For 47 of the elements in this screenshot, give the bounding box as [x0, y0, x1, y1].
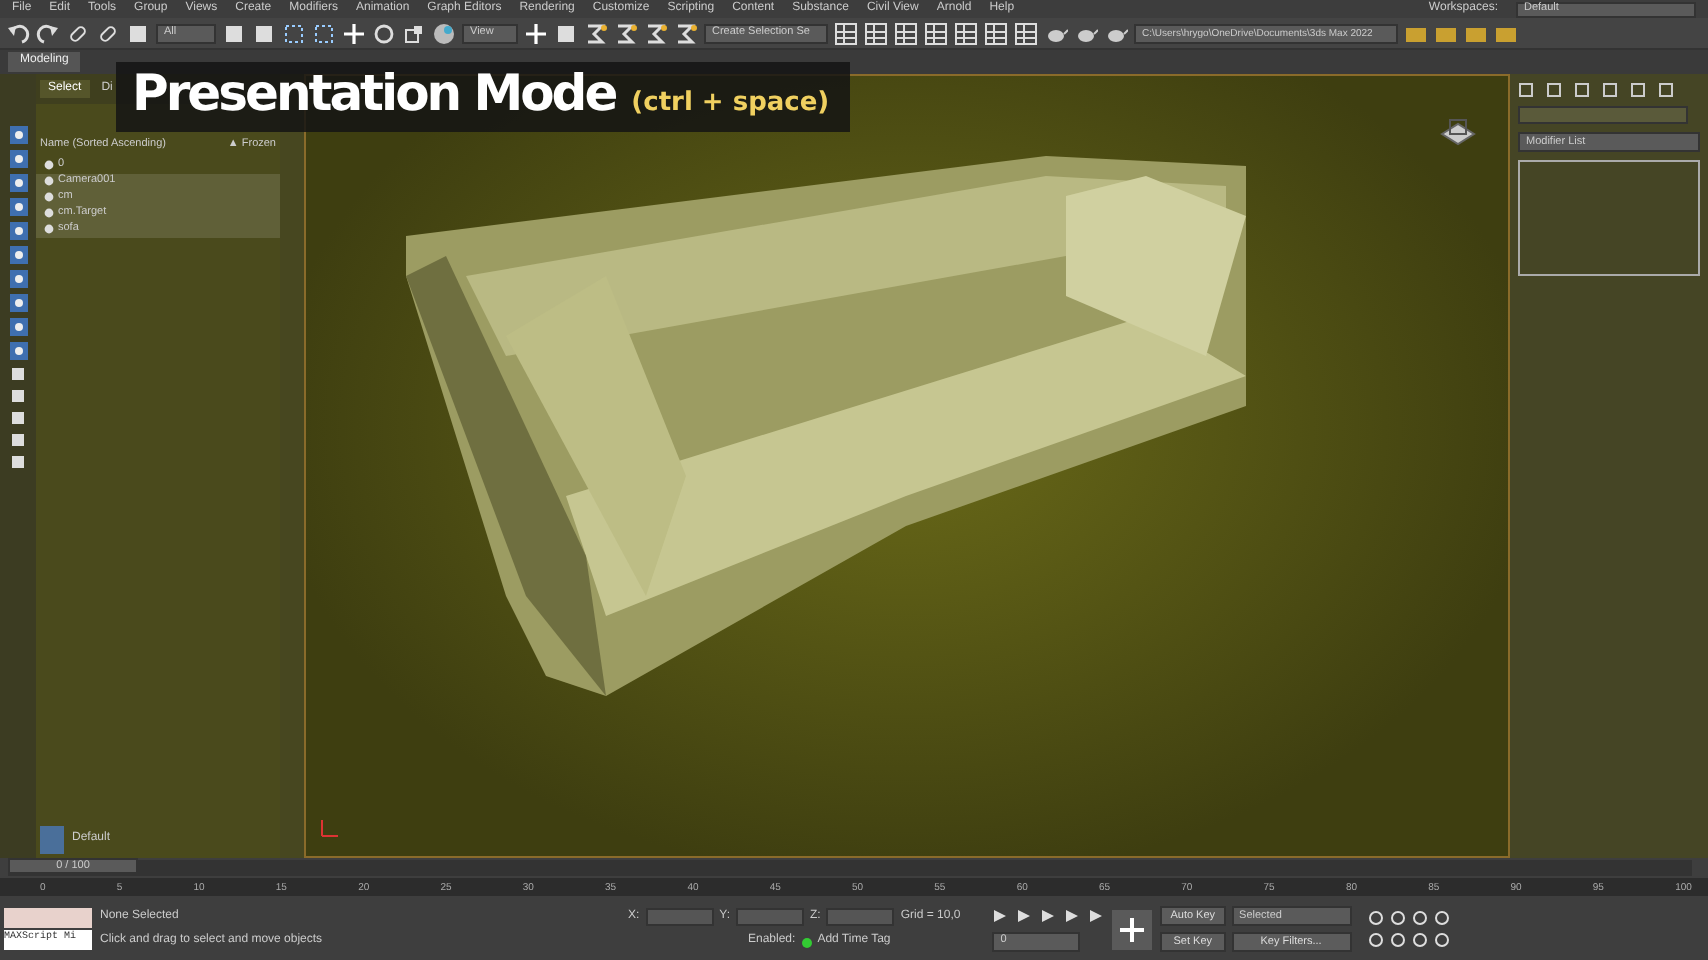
tool-icon[interactable] [9, 150, 27, 168]
square-icon[interactable] [222, 21, 246, 45]
grid-icon[interactable] [894, 21, 918, 45]
tool-icon[interactable] [9, 198, 27, 216]
tool-icon[interactable] [9, 246, 27, 264]
coordinate-field[interactable] [826, 908, 895, 927]
tool-icon[interactable] [9, 222, 27, 240]
tool-icon[interactable] [9, 294, 27, 312]
undo-icon[interactable] [6, 21, 30, 45]
modifier-stack[interactable] [1518, 160, 1700, 276]
snap-icon[interactable] [644, 21, 668, 45]
marquee-icon[interactable] [312, 21, 336, 45]
marquee-icon[interactable] [282, 21, 306, 45]
move-icon[interactable] [342, 21, 366, 45]
caption-hint: (ctrl + space) [631, 88, 830, 120]
status-dot-icon [801, 937, 812, 947]
scale-icon[interactable] [402, 21, 426, 45]
tool-icon[interactable] [9, 318, 27, 336]
coordinate-field[interactable] [736, 908, 805, 927]
rotate-icon[interactable] [372, 21, 396, 45]
tool-icon[interactable] [9, 342, 27, 360]
script-listener-field[interactable] [4, 908, 92, 928]
grid-icon[interactable] [984, 21, 1008, 45]
sphere-icon[interactable] [432, 21, 456, 45]
tool-icon[interactable] [9, 270, 27, 288]
grid-icon[interactable] [864, 21, 888, 45]
grid-icon[interactable] [954, 21, 978, 45]
object-name-field[interactable] [1518, 106, 1688, 124]
set-key-icon[interactable] [1112, 909, 1153, 949]
grid-icon[interactable] [924, 21, 948, 45]
snap-icon[interactable] [584, 21, 608, 45]
caption-title: Presentation Mode [132, 62, 616, 126]
move-icon[interactable] [524, 21, 548, 45]
coordinate-field[interactable] [645, 908, 714, 927]
snap-icon[interactable] [674, 21, 698, 45]
tool-icon[interactable] [9, 126, 27, 144]
square-icon[interactable] [252, 21, 276, 45]
snap-icon[interactable] [614, 21, 638, 45]
square-icon[interactable] [126, 21, 150, 45]
square-icon[interactable] [554, 21, 578, 45]
link-icon[interactable] [96, 21, 120, 45]
redo-icon[interactable] [36, 21, 60, 45]
grid-icon[interactable] [834, 21, 858, 45]
grid-icon[interactable] [1014, 21, 1038, 45]
axis-icon [318, 816, 342, 840]
tool-icon[interactable] [9, 174, 27, 192]
link-icon[interactable] [66, 21, 90, 45]
